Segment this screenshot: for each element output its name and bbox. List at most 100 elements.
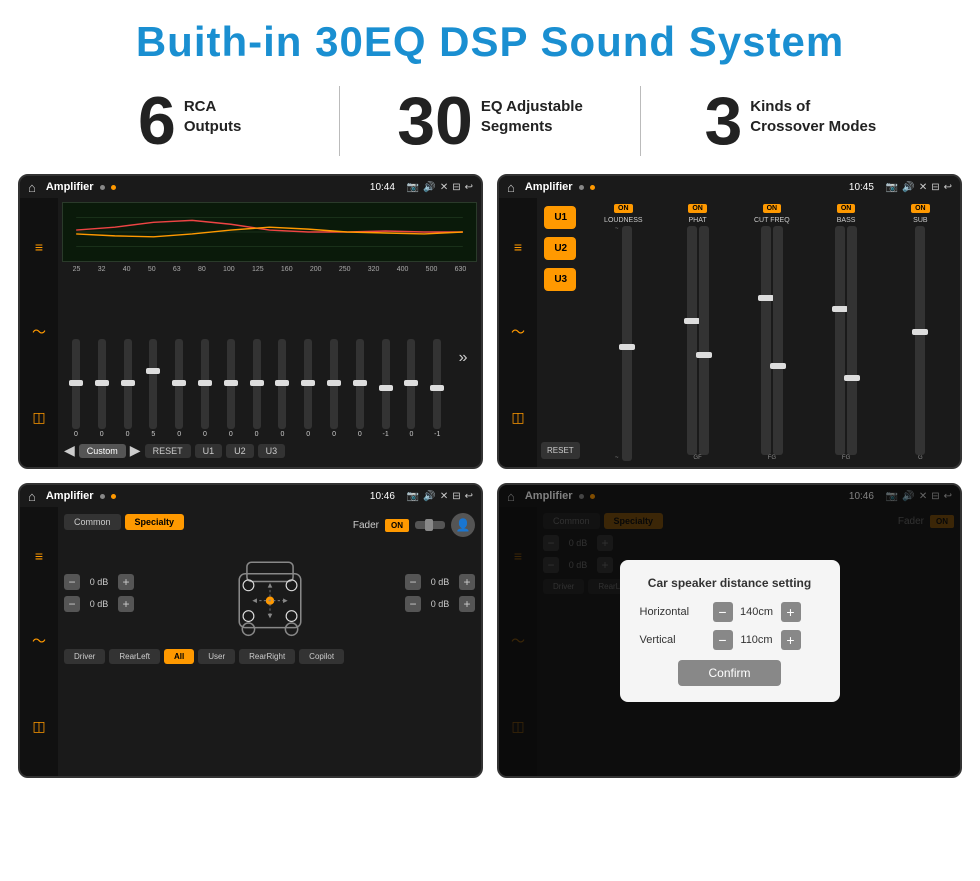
vertical-minus-btn[interactable]: −: [713, 630, 733, 650]
footer-copilot-btn[interactable]: Copilot: [299, 649, 344, 664]
home-icon-2[interactable]: ⌂: [507, 180, 515, 195]
right-speakers: − 0 dB + − 0 dB +: [405, 574, 475, 612]
channel-sub: ON SUB G: [885, 204, 956, 461]
left-speakers: − 0 dB + − 0 dB +: [64, 574, 134, 612]
home-icon-3[interactable]: ⌂: [28, 489, 36, 504]
screens-grid: ⌂ Amplifier 10:44 📷 🔊 ✕ ⊟ ↩ ≡ 〜 ◫: [0, 174, 980, 778]
u2-button[interactable]: U2: [544, 237, 576, 260]
db-plus-fl[interactable]: +: [118, 574, 134, 590]
profile-icon[interactable]: 👤: [451, 513, 475, 537]
horizontal-value: 140cm: [737, 606, 777, 618]
eq-slider-0: 0: [64, 339, 88, 438]
amp-tune-icon[interactable]: ≡: [514, 239, 522, 255]
status-icons-1: 📷 🔊 ✕ ⊟ ↩: [407, 182, 473, 193]
screen-dialog: ⌂ Amplifier 10:46 📷 🔊 ✕ ⊟ ↩ ≡ 〜 ◫ Commo: [497, 483, 962, 778]
horizontal-minus-btn[interactable]: −: [713, 602, 733, 622]
channel-bass: ON BASS FG: [810, 204, 881, 461]
vertical-value: 110cm: [737, 634, 777, 646]
eq-slider-1: 0: [90, 339, 114, 438]
stat-text-rca: RCA Outputs: [184, 87, 242, 136]
db-plus-rr[interactable]: +: [459, 596, 475, 612]
eq-u3-btn[interactable]: U3: [258, 444, 286, 458]
footer-user-btn[interactable]: User: [198, 649, 235, 664]
eq-prev-btn[interactable]: ◀: [64, 442, 75, 459]
time-1: 10:44: [370, 182, 395, 193]
fader-tune-icon[interactable]: ≡: [35, 548, 43, 564]
confirm-button[interactable]: Confirm: [678, 660, 780, 686]
eq-slider-more[interactable]: »: [451, 349, 475, 367]
stat-number-eq: 30: [397, 87, 473, 155]
app-name-1: Amplifier: [46, 181, 94, 193]
fader-tabs: Common Specialty: [64, 514, 184, 530]
eq-content: ≡ 〜 ◫ 2: [20, 198, 481, 467]
amp-wave-icon[interactable]: 〜: [511, 322, 525, 342]
eq-slider-14: -1: [425, 339, 449, 438]
db-minus-rl[interactable]: −: [64, 596, 80, 612]
eq-custom-btn[interactable]: Custom: [79, 444, 126, 458]
home-icon-1[interactable]: ⌂: [28, 180, 36, 195]
vertical-plus-btn[interactable]: +: [781, 630, 801, 650]
car-diagram: [142, 543, 397, 643]
fader-vol-icon[interactable]: ◫: [32, 718, 45, 735]
status-dot-orange-1: [111, 185, 116, 190]
footer-driver-btn[interactable]: Driver: [64, 649, 105, 664]
u3-button[interactable]: U3: [544, 268, 576, 291]
tab-specialty[interactable]: Specialty: [125, 514, 185, 530]
screen-amp: ⌂ Amplifier 10:45 📷 🔊 ✕ ⊟ ↩ ≡ 〜 ◫ U1: [497, 174, 962, 469]
screen-fader: ⌂ Amplifier 10:46 📷 🔊 ✕ ⊟ ↩ ≡ 〜 ◫: [18, 483, 483, 778]
amp-main: U1 U2 U3 RESET ON LOUDNESS ~~: [537, 198, 960, 467]
eq-u2-btn[interactable]: U2: [226, 444, 254, 458]
app-name-2: Amplifier: [525, 181, 573, 193]
fader-slider-h[interactable]: [415, 521, 445, 529]
eq-slider-4: 0: [167, 339, 191, 438]
eq-vol-icon[interactable]: ◫: [32, 409, 45, 426]
stat-divider-1: [339, 86, 340, 156]
eq-slider-10: 0: [322, 339, 346, 438]
eq-slider-7: 0: [245, 339, 269, 438]
amp-channels: ON LOUDNESS ~~: [584, 198, 960, 467]
eq-tune-icon[interactable]: ≡: [35, 239, 43, 255]
eq-slider-2: 0: [116, 339, 140, 438]
db-minus-fl[interactable]: −: [64, 574, 80, 590]
status-bar-2: ⌂ Amplifier 10:45 📷 🔊 ✕ ⊟ ↩: [499, 176, 960, 198]
status-dot-orange-3: [111, 494, 116, 499]
fader-label: Fader: [353, 520, 379, 531]
dialog-box: Car speaker distance setting Horizontal …: [620, 560, 840, 702]
eq-bottom-bar: ◀ Custom ▶ RESET U1 U2 U3: [62, 438, 477, 463]
db-minus-rr[interactable]: −: [405, 596, 421, 612]
u1-button[interactable]: U1: [544, 206, 576, 229]
stat-number-rca: 6: [138, 87, 176, 155]
stat-text-eq: EQ Adjustable Segments: [481, 87, 583, 136]
footer-rearleft-btn[interactable]: RearLeft: [109, 649, 160, 664]
db-control-rr: − 0 dB +: [405, 596, 475, 612]
channel-cutfreq: ON CUT FREQ FG: [736, 204, 807, 461]
eq-u1-btn[interactable]: U1: [195, 444, 223, 458]
db-plus-fr[interactable]: +: [459, 574, 475, 590]
fader-footer: Driver RearLeft All User RearRight Copil…: [64, 649, 475, 664]
db-minus-fr[interactable]: −: [405, 574, 421, 590]
amp-vol-icon[interactable]: ◫: [511, 409, 524, 426]
fader-wave-icon[interactable]: 〜: [32, 631, 46, 651]
footer-all-btn[interactable]: All: [164, 649, 194, 664]
horizontal-plus-btn[interactable]: +: [781, 602, 801, 622]
eq-sidebar: ≡ 〜 ◫: [20, 198, 58, 467]
fader-main: Common Specialty Fader ON 👤: [58, 507, 481, 776]
amp-sidebar: ≡ 〜 ◫: [499, 198, 537, 467]
db-plus-rl[interactable]: +: [118, 596, 134, 612]
eq-play-btn[interactable]: ▶: [130, 442, 141, 459]
status-dot-1: [100, 185, 105, 190]
eq-slider-6: 0: [219, 339, 243, 438]
tab-common[interactable]: Common: [64, 514, 121, 530]
footer-rearright-btn[interactable]: RearRight: [239, 649, 295, 664]
db-control-fr: − 0 dB +: [405, 574, 475, 590]
amp-content: ≡ 〜 ◫ U1 U2 U3 RESET ON LOUDN: [499, 198, 960, 467]
eq-reset-btn[interactable]: RESET: [145, 444, 191, 458]
dialog-vertical-row: Vertical − 110cm +: [640, 630, 820, 650]
eq-slider-3: 5: [141, 339, 165, 438]
page-header: Buith-in 30EQ DSP Sound System: [0, 0, 980, 76]
reset-btn[interactable]: RESET: [541, 442, 580, 459]
time-2: 10:45: [849, 182, 874, 193]
fader-on-badge: ON: [385, 519, 409, 532]
eq-wave-icon[interactable]: 〜: [32, 322, 46, 342]
eq-freq-labels: 25 32 40 50 63 80 100 125 160 200 250 32…: [62, 266, 477, 273]
